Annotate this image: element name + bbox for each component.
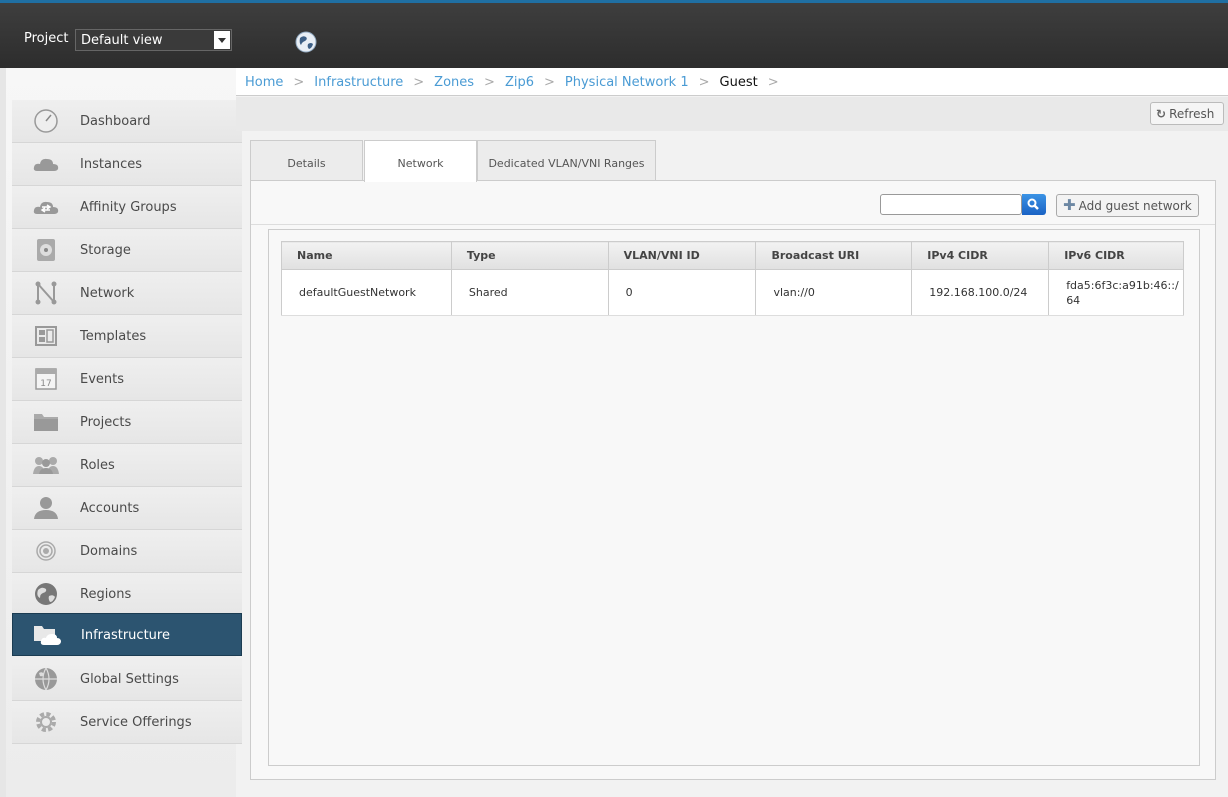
plus-icon: ✚ xyxy=(1063,196,1076,214)
sidebar-item-label: Projects xyxy=(80,415,132,430)
search-input[interactable] xyxy=(880,194,1022,215)
breadcrumb-infrastructure[interactable]: Infrastructure xyxy=(314,75,403,90)
dashboard-icon xyxy=(34,109,58,133)
sidebar-item-label: Roles xyxy=(80,458,115,473)
network-icon xyxy=(35,281,57,305)
affinity-icon xyxy=(33,201,59,214)
sidebar-item-label: Events xyxy=(80,372,125,387)
breadcrumb-physical-network[interactable]: Physical Network 1 xyxy=(565,75,689,90)
column-header-name[interactable]: Name xyxy=(281,241,452,270)
project-select[interactable]: Default view xyxy=(75,29,232,51)
user-icon xyxy=(34,497,58,519)
breadcrumb-separator: > xyxy=(293,75,305,90)
templates-icon xyxy=(35,326,57,346)
calendar-icon: 17 xyxy=(35,368,57,390)
refresh-icon: ↻ xyxy=(1156,107,1167,121)
add-guest-network-label: Add guest network xyxy=(1078,199,1192,213)
detail-panel: Details Network Dedicated VLAN/VNI Range… xyxy=(250,140,1216,780)
globe-icon[interactable] xyxy=(295,31,317,53)
storage-icon xyxy=(37,239,55,261)
breadcrumb: Home > Infrastructure > Zones > Zip6 > Physical … xyxy=(236,68,1228,96)
breadcrumb-zones[interactable]: Zones xyxy=(434,75,474,90)
sidebar-item-label: Infrastructure xyxy=(81,628,170,643)
sidebar-item-projects[interactable]: Projects xyxy=(12,401,242,444)
sidebar-item-templates[interactable]: Templates xyxy=(12,315,242,358)
column-header-ipv6-cidr[interactable]: IPv6 CIDR xyxy=(1048,241,1184,270)
column-header-type[interactable]: Type xyxy=(450,241,609,270)
table-row[interactable]: defaultGuestNetwork Shared 0 vlan://0 19… xyxy=(281,269,1184,316)
breadcrumb-separator: > xyxy=(413,75,425,90)
guest-network-table: Name Type VLAN/VNI ID Broadcast URI IPv4… xyxy=(281,241,1184,316)
sidebar-item-label: Service Offerings xyxy=(80,715,192,730)
refresh-label: Refresh xyxy=(1169,107,1215,121)
sidebar-item-label: Domains xyxy=(80,544,138,559)
breadcrumb-separator: > xyxy=(698,75,710,90)
infrastructure-icon xyxy=(34,626,61,645)
table-container: Name Type VLAN/VNI ID Broadcast URI IPv4… xyxy=(268,229,1200,766)
sidebar-item-regions[interactable]: Regions xyxy=(12,573,242,616)
panel-body: ✚ Add guest network Name Type VLAN/VNI ID… xyxy=(250,180,1216,780)
sidebar-item-instances[interactable]: Instances xyxy=(12,143,242,186)
project-select-value: Default view xyxy=(81,33,163,48)
cloud-icon xyxy=(33,158,59,171)
chevron-down-icon[interactable] xyxy=(214,31,230,49)
sidebar-item-label: Accounts xyxy=(80,501,140,516)
sidebar-item-label: Regions xyxy=(80,587,132,602)
gear-icon xyxy=(36,712,56,732)
sidebar-item-dashboard[interactable]: Dashboard xyxy=(12,100,242,143)
sidebar-item-infrastructure[interactable]: Infrastructure xyxy=(12,613,242,656)
column-header-broadcast-uri[interactable]: Broadcast URI xyxy=(755,241,913,270)
sidebar-item-accounts[interactable]: Accounts xyxy=(12,487,242,530)
cell-vlan: 0 xyxy=(607,269,757,316)
top-header: Project Default view xyxy=(0,0,1228,68)
breadcrumb-separator: > xyxy=(544,75,555,90)
sidebar-item-label: Templates xyxy=(80,329,147,344)
cell-name[interactable]: defaultGuestNetwork xyxy=(281,269,452,316)
sidebar-item-storage[interactable]: Storage xyxy=(12,229,242,272)
sidebar-item-events[interactable]: 17 Events xyxy=(12,358,242,401)
divider xyxy=(251,224,1215,225)
breadcrumb-zone[interactable]: Zip6 xyxy=(505,75,534,90)
domains-icon xyxy=(36,541,56,561)
cell-ipv6-cidr: fda5:6f3c:a91b:46::/64 xyxy=(1048,269,1184,316)
tab-network[interactable]: Network xyxy=(364,140,477,182)
tab-details[interactable]: Details xyxy=(250,140,363,181)
breadcrumb-separator: > xyxy=(484,75,495,90)
sidebar-item-label: Network xyxy=(80,286,135,301)
search-icon xyxy=(1027,198,1039,210)
breadcrumb-home[interactable]: Home xyxy=(245,75,283,90)
sidebar-item-roles[interactable]: Roles xyxy=(12,444,242,487)
sidebar-item-label: Affinity Groups xyxy=(80,200,177,215)
folder-icon xyxy=(34,414,58,431)
sidebar-item-label: Dashboard xyxy=(80,114,151,129)
cell-broadcast-uri: vlan://0 xyxy=(755,269,913,316)
breadcrumb-current: Guest xyxy=(719,75,758,90)
refresh-button[interactable]: ↻ Refresh xyxy=(1150,102,1224,125)
column-header-vlan[interactable]: VLAN/VNI ID xyxy=(607,241,757,270)
breadcrumb-separator: > xyxy=(767,75,779,90)
sidebar-item-label: Instances xyxy=(80,157,143,172)
calendar-day: 17 xyxy=(40,379,51,389)
cell-ipv4-cidr: 192.168.100.0/24 xyxy=(911,269,1050,316)
sidebar-item-global-settings[interactable]: Global Settings xyxy=(12,658,242,701)
roles-icon xyxy=(33,457,59,474)
sidebar-item-domains[interactable]: Domains xyxy=(12,530,242,573)
column-header-ipv4-cidr[interactable]: IPv4 CIDR xyxy=(911,241,1050,270)
sidebar-item-service-offerings[interactable]: Service Offerings xyxy=(12,701,242,744)
search-button[interactable] xyxy=(1022,194,1046,215)
add-guest-network-button[interactable]: ✚ Add guest network xyxy=(1056,194,1199,217)
sidebar-item-label: Global Settings xyxy=(80,672,179,687)
sidebar-item-label: Storage xyxy=(80,243,131,258)
sidebar: Dashboard Instances Affinity Groups Stor… xyxy=(0,68,242,797)
project-label: Project xyxy=(24,31,69,46)
table-header-row: Name Type VLAN/VNI ID Broadcast URI IPv4… xyxy=(281,241,1184,270)
toolbar: ↻ Refresh xyxy=(236,97,1228,131)
world-icon xyxy=(35,667,57,691)
sidebar-item-network[interactable]: Network xyxy=(12,272,242,315)
globe-icon xyxy=(35,583,57,605)
sidebar-item-affinity-groups[interactable]: Affinity Groups xyxy=(12,186,242,229)
tab-dedicated-vlan-ranges[interactable]: Dedicated VLAN/VNI Ranges xyxy=(477,140,656,181)
cell-type: Shared xyxy=(450,269,609,316)
